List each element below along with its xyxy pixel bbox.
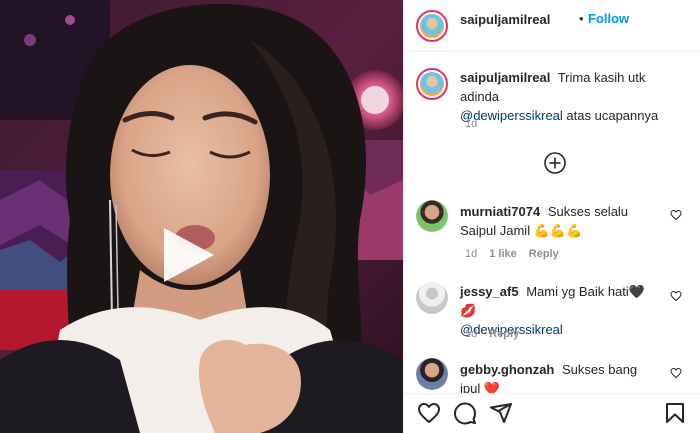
header-username[interactable]: saipuljamilreal (460, 12, 550, 27)
video-player[interactable] (0, 0, 403, 433)
header-separator: • (579, 11, 584, 26)
comment-time[interactable]: 1d (465, 248, 477, 260)
post-side-panel: saipuljamilreal • Follow saipuljamilreal… (403, 0, 700, 433)
comment-avatar[interactable] (416, 200, 448, 232)
comment-avatar[interactable] (416, 282, 448, 314)
comment-like-heart-icon[interactable] (670, 367, 682, 379)
comment-reply-button[interactable]: Reply (529, 248, 559, 260)
comment-icon[interactable] (453, 401, 477, 425)
comment-username[interactable]: gebby.ghonzah (460, 362, 554, 377)
caption-username[interactable]: saipuljamilreal (460, 70, 550, 85)
comment-text: gebby.ghonzah Sukses bang ipul ❤️ (460, 360, 660, 393)
instagram-post: saipuljamilreal • Follow saipuljamilreal… (0, 0, 700, 433)
comment-time[interactable]: 1d (465, 328, 477, 340)
comment-reply-button[interactable]: Reply (489, 328, 519, 340)
plus-circle-icon[interactable] (544, 152, 566, 174)
caption-body-after: atas ucapannya (566, 108, 659, 123)
heart-icon[interactable] (417, 401, 441, 425)
comment-meta: 1d Reply (465, 328, 531, 340)
comment-like-heart-icon[interactable] (670, 209, 682, 221)
comment-like-heart-icon[interactable] (670, 290, 682, 302)
comments-list[interactable]: saipuljamilreal Trima kasih utk adinda @… (404, 52, 700, 393)
caption-avatar[interactable] (416, 68, 448, 100)
comment-likes[interactable]: 1 like (489, 248, 517, 260)
post-actions (404, 393, 700, 433)
caption-time[interactable]: 1d (465, 118, 477, 130)
share-icon[interactable] (489, 401, 513, 425)
follow-button[interactable]: Follow (588, 11, 629, 26)
comment-text: murniati7074 Sukses selalu Saipul Jamil … (460, 202, 660, 240)
video-frame (0, 0, 403, 433)
comment-avatar[interactable] (416, 358, 448, 390)
comment-username[interactable]: jessy_af5 (460, 284, 519, 299)
author-avatar[interactable] (416, 10, 448, 42)
save-icon[interactable] (663, 401, 687, 425)
caption-text: saipuljamilreal Trima kasih utk adinda @… (460, 68, 688, 125)
play-icon[interactable] (152, 220, 222, 290)
comment-meta: 1d 1 like Reply (465, 248, 571, 260)
post-header: saipuljamilreal • Follow (404, 0, 700, 52)
comment-username[interactable]: murniati7074 (460, 204, 540, 219)
caption-meta: 1d (465, 118, 489, 130)
